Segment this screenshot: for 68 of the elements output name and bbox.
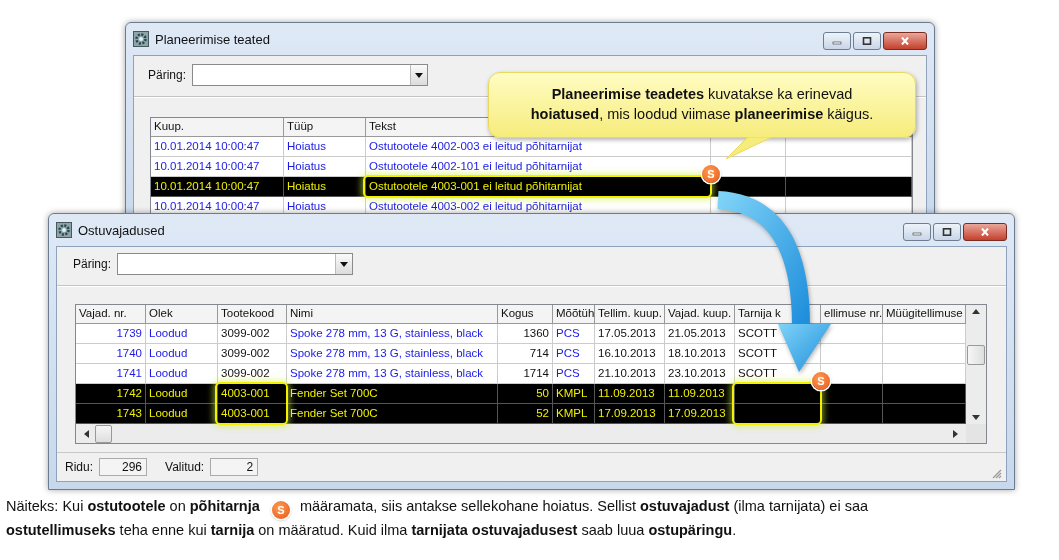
scroll-down-icon[interactable] bbox=[972, 415, 980, 420]
scrollbar-thumb[interactable] bbox=[95, 424, 112, 443]
minimize-button[interactable] bbox=[823, 32, 851, 50]
query-dropdown[interactable] bbox=[192, 64, 429, 86]
resize-grip-icon[interactable] bbox=[990, 467, 1002, 479]
window-title: Ostuvajadused bbox=[78, 222, 165, 238]
close-button[interactable] bbox=[963, 223, 1007, 241]
table-cell: 18.10.2013 bbox=[665, 344, 735, 364]
table-cell: Hoiatus bbox=[284, 177, 366, 197]
vertical-scrollbar[interactable] bbox=[966, 305, 986, 424]
table-cell: 10.01.2014 10:00:47 bbox=[151, 177, 284, 197]
app-icon bbox=[56, 222, 72, 238]
callout-text: Planeerimise teadetes kuvatakse ka erinevad hoiatused, mis loodud viimase planeerimise käigus. bbox=[529, 85, 875, 124]
maximize-button[interactable] bbox=[933, 223, 961, 241]
table-cell: 1740 bbox=[76, 344, 146, 364]
caption-text: Näiteks: Kui ostutootele on põhitarnja bbox=[6, 498, 260, 514]
table-cell: PCS bbox=[553, 344, 595, 364]
table-cell: PCS bbox=[553, 324, 595, 344]
scroll-left-icon[interactable] bbox=[84, 429, 89, 438]
marker-badge: S bbox=[271, 501, 290, 519]
table-cell: Loodud bbox=[146, 324, 218, 344]
close-icon bbox=[980, 228, 990, 236]
caption-text: ostutellimuseks teha enne kui tarnija on määratud. Kuid ilma tarnijata ostuvajadusest saab luua ostupäringu. bbox=[6, 522, 737, 538]
marker-badge: S bbox=[812, 372, 830, 390]
table-cell: 714 bbox=[498, 344, 553, 364]
table-cell: 1360 bbox=[498, 324, 553, 344]
table-cell: 1739 bbox=[76, 324, 146, 344]
dropdown-arrow-icon bbox=[415, 72, 424, 78]
table-cell: 3099-002 bbox=[218, 324, 287, 344]
marker-badge: S bbox=[702, 165, 720, 183]
maximize-icon bbox=[942, 228, 952, 236]
status-value: 296 bbox=[99, 458, 147, 476]
table-cell: Spoke 278 mm, 13 G, stainless, black bbox=[287, 324, 498, 344]
close-icon bbox=[900, 37, 910, 45]
column-header[interactable]: Tekst bbox=[369, 120, 396, 132]
table-row[interactable]: 1743 Loodud 4003-001 Fender Set 700C 52 KMPL 17.09.2013 17.09.2013 bbox=[76, 404, 966, 424]
table-cell: 16.10.2013 bbox=[595, 344, 665, 364]
column-header[interactable]: Kuup. bbox=[154, 120, 185, 132]
window-title: Planeerimise teated bbox=[155, 31, 270, 47]
scroll-up-icon[interactable] bbox=[972, 309, 980, 314]
minimize-button[interactable] bbox=[903, 223, 931, 241]
close-button[interactable] bbox=[883, 32, 927, 50]
scrollbar-corner bbox=[966, 424, 986, 443]
status-value: 2 bbox=[210, 458, 259, 476]
status-label: Valitud: bbox=[165, 460, 205, 474]
table-row[interactable]: 1742 Loodud 4003-001 Fender Set 700C 50 KMPL 11.09.2013 11.09.2013 bbox=[76, 384, 966, 404]
status-label: Ridu: bbox=[65, 460, 93, 474]
dropdown-arrow-icon bbox=[340, 261, 349, 267]
caption-text: määramata, siis antakse sellekohane hoiatus. Sellist ostuvajadust (ilma tarnijata) ei saa bbox=[299, 498, 869, 514]
maximize-icon bbox=[862, 37, 872, 45]
query-label: Päring: bbox=[73, 257, 112, 271]
table-cell: 4003-001 bbox=[218, 404, 287, 424]
table-cell: Loodud bbox=[146, 344, 218, 364]
table-cell: 21.05.2013 bbox=[665, 324, 735, 344]
table-cell: 10.01.2014 10:00:47 bbox=[151, 137, 284, 157]
query-dropdown[interactable] bbox=[117, 253, 354, 275]
table-cell: Spoke 278 mm, 13 G, stainless, black bbox=[287, 344, 498, 364]
table-cell: 3099-002 bbox=[218, 344, 287, 364]
scroll-right-icon[interactable] bbox=[953, 429, 958, 438]
maximize-button[interactable] bbox=[853, 32, 881, 50]
table-row[interactable]: 10.01.2014 10:00:47 Hoiatus Ostutootele 4003-001 ei leitud põhitarnijat bbox=[151, 177, 912, 197]
scrollbar-thumb[interactable] bbox=[967, 344, 985, 365]
table-cell: 17.05.2013 bbox=[595, 324, 665, 344]
horizontal-scrollbar[interactable] bbox=[76, 424, 966, 443]
table-cell: Hoiatus bbox=[284, 137, 366, 157]
column-header[interactable]: Nimi bbox=[290, 307, 313, 319]
query-label: Päring: bbox=[148, 68, 187, 82]
app-icon bbox=[133, 31, 149, 47]
